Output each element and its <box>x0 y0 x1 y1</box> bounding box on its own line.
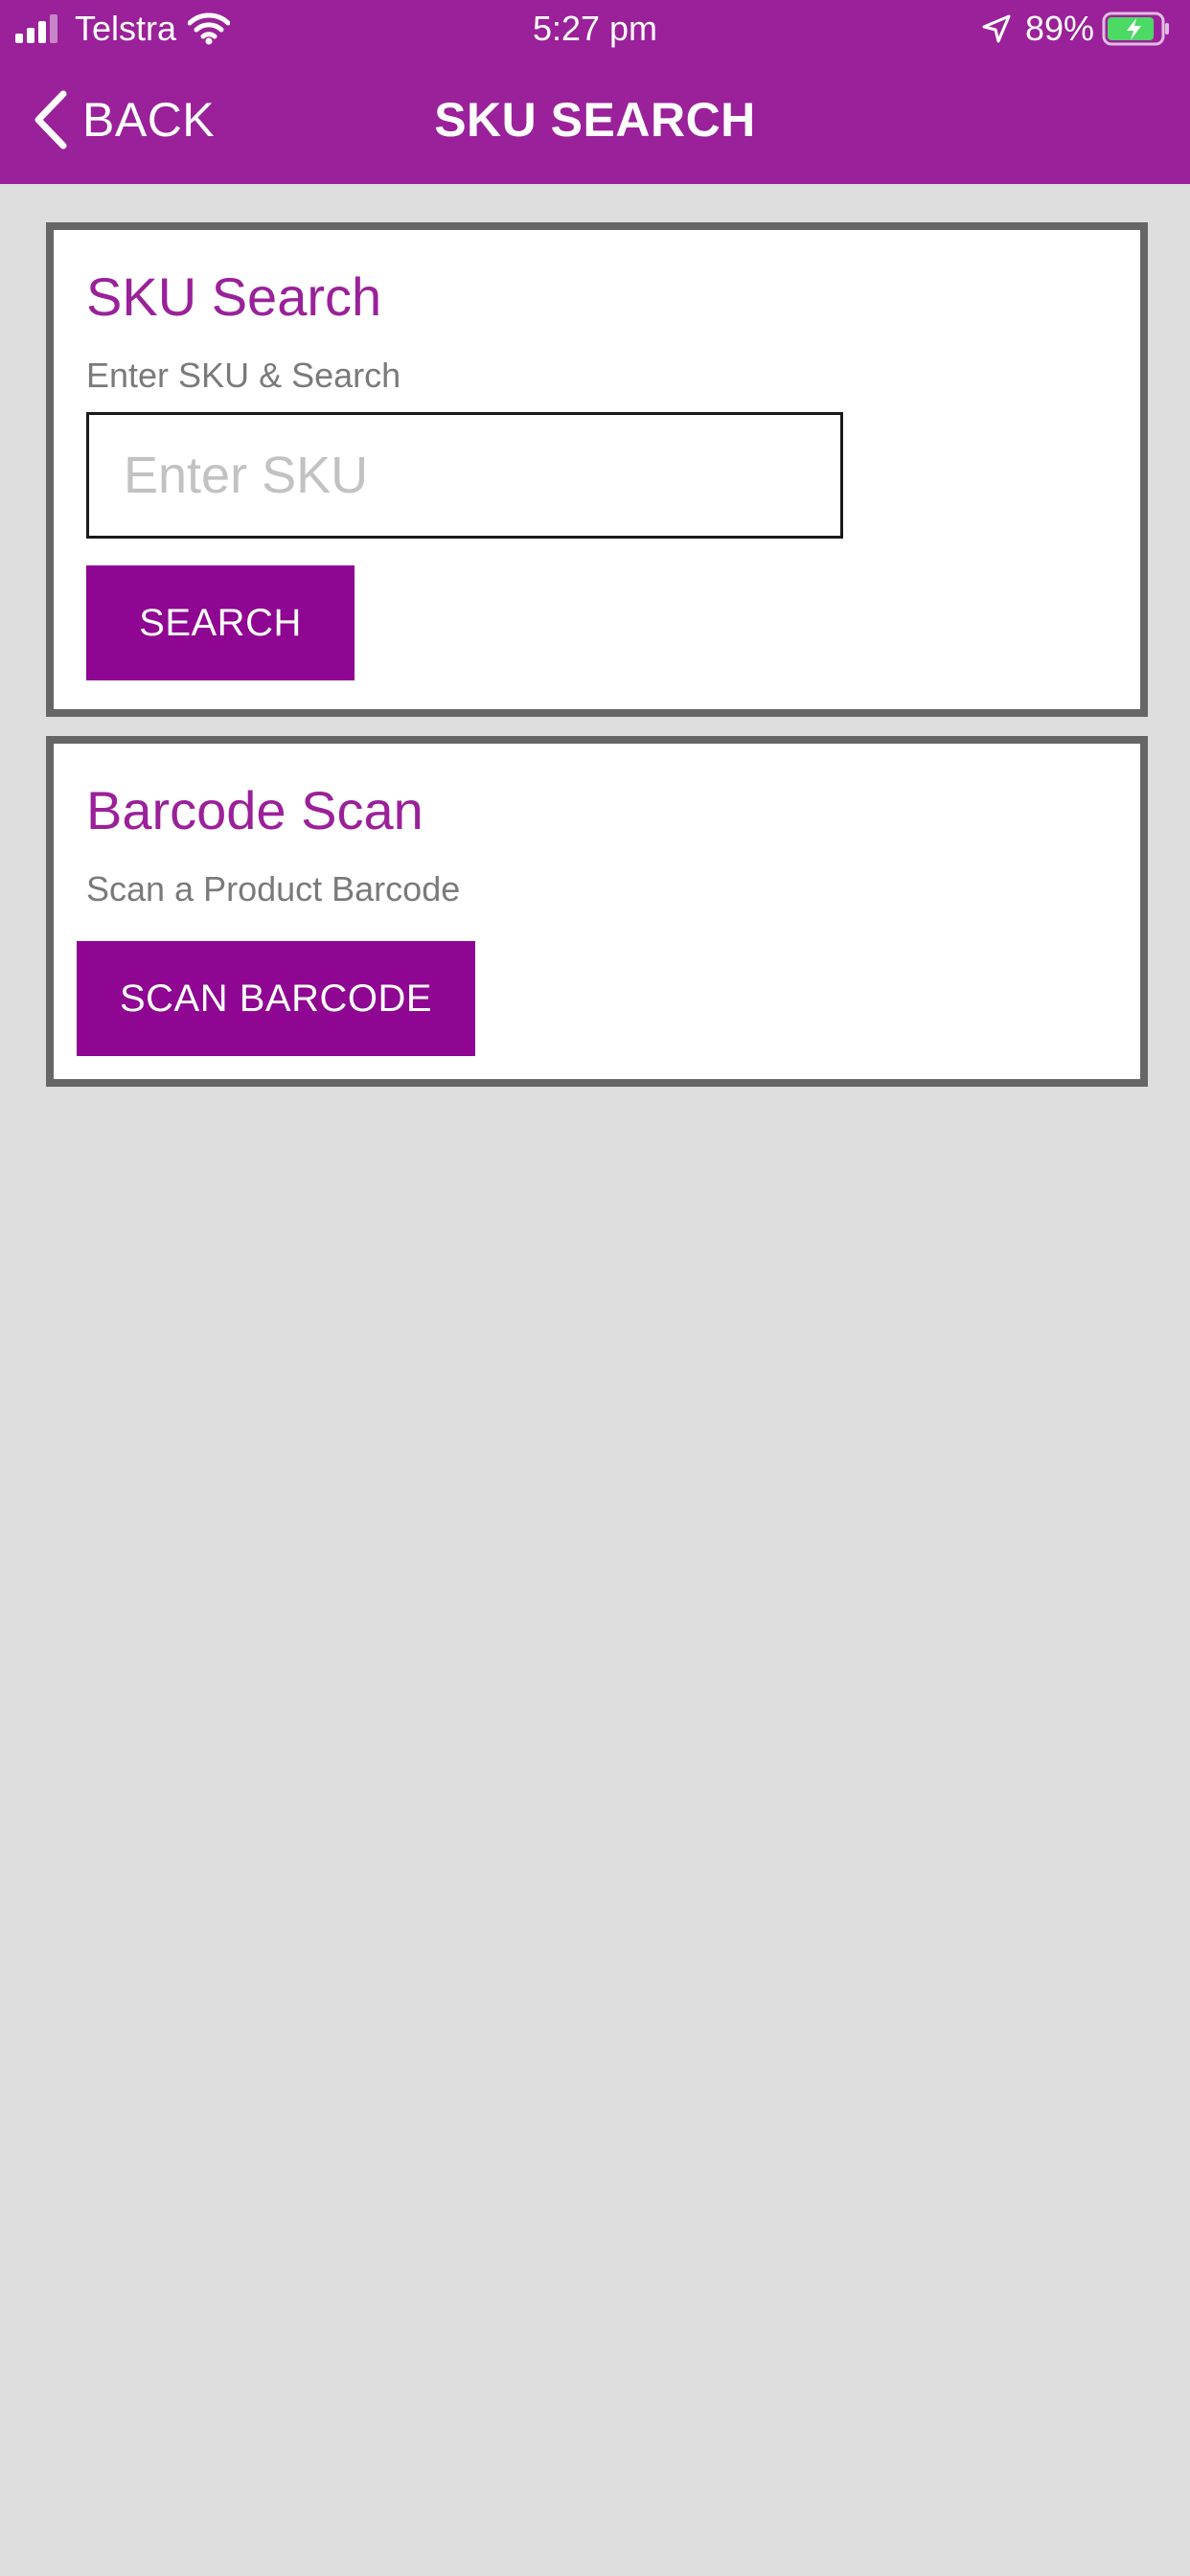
barcode-card-subtitle: Scan a Product Barcode <box>86 869 461 908</box>
barcode-card-title: Barcode Scan <box>86 780 423 840</box>
app-header: Telstra 5:27 pm 89% BACK SKU SEARCH <box>0 0 1190 184</box>
status-bar: Telstra 5:27 pm 89% <box>0 0 1190 58</box>
search-button[interactable]: SEARCH <box>86 565 355 680</box>
page-title: SKU SEARCH <box>434 93 756 147</box>
sku-card-subtitle: Enter SKU & Search <box>86 356 401 395</box>
sku-search-card: SKU Search Enter SKU & Search SEARCH <box>46 222 1148 717</box>
status-bar-left: Telstra <box>15 8 231 50</box>
battery-percent: 89% <box>1024 9 1094 48</box>
carrier-name: Telstra <box>75 9 177 48</box>
location-arrow-icon <box>982 14 1011 43</box>
sku-card-title: SKU Search <box>86 266 382 327</box>
battery-charging-icon <box>1102 12 1169 46</box>
status-bar-right: 89% <box>981 8 1171 50</box>
navigation-bar: BACK SKU SEARCH <box>0 58 1190 184</box>
sku-input[interactable] <box>86 412 843 539</box>
wifi-icon <box>188 12 231 45</box>
scan-barcode-button[interactable]: SCAN BARCODE <box>77 941 475 1056</box>
status-time: 5:27 pm <box>532 9 658 48</box>
signal-icon <box>15 14 61 43</box>
barcode-scan-card: Barcode Scan Scan a Product Barcode SCAN… <box>46 736 1148 1087</box>
